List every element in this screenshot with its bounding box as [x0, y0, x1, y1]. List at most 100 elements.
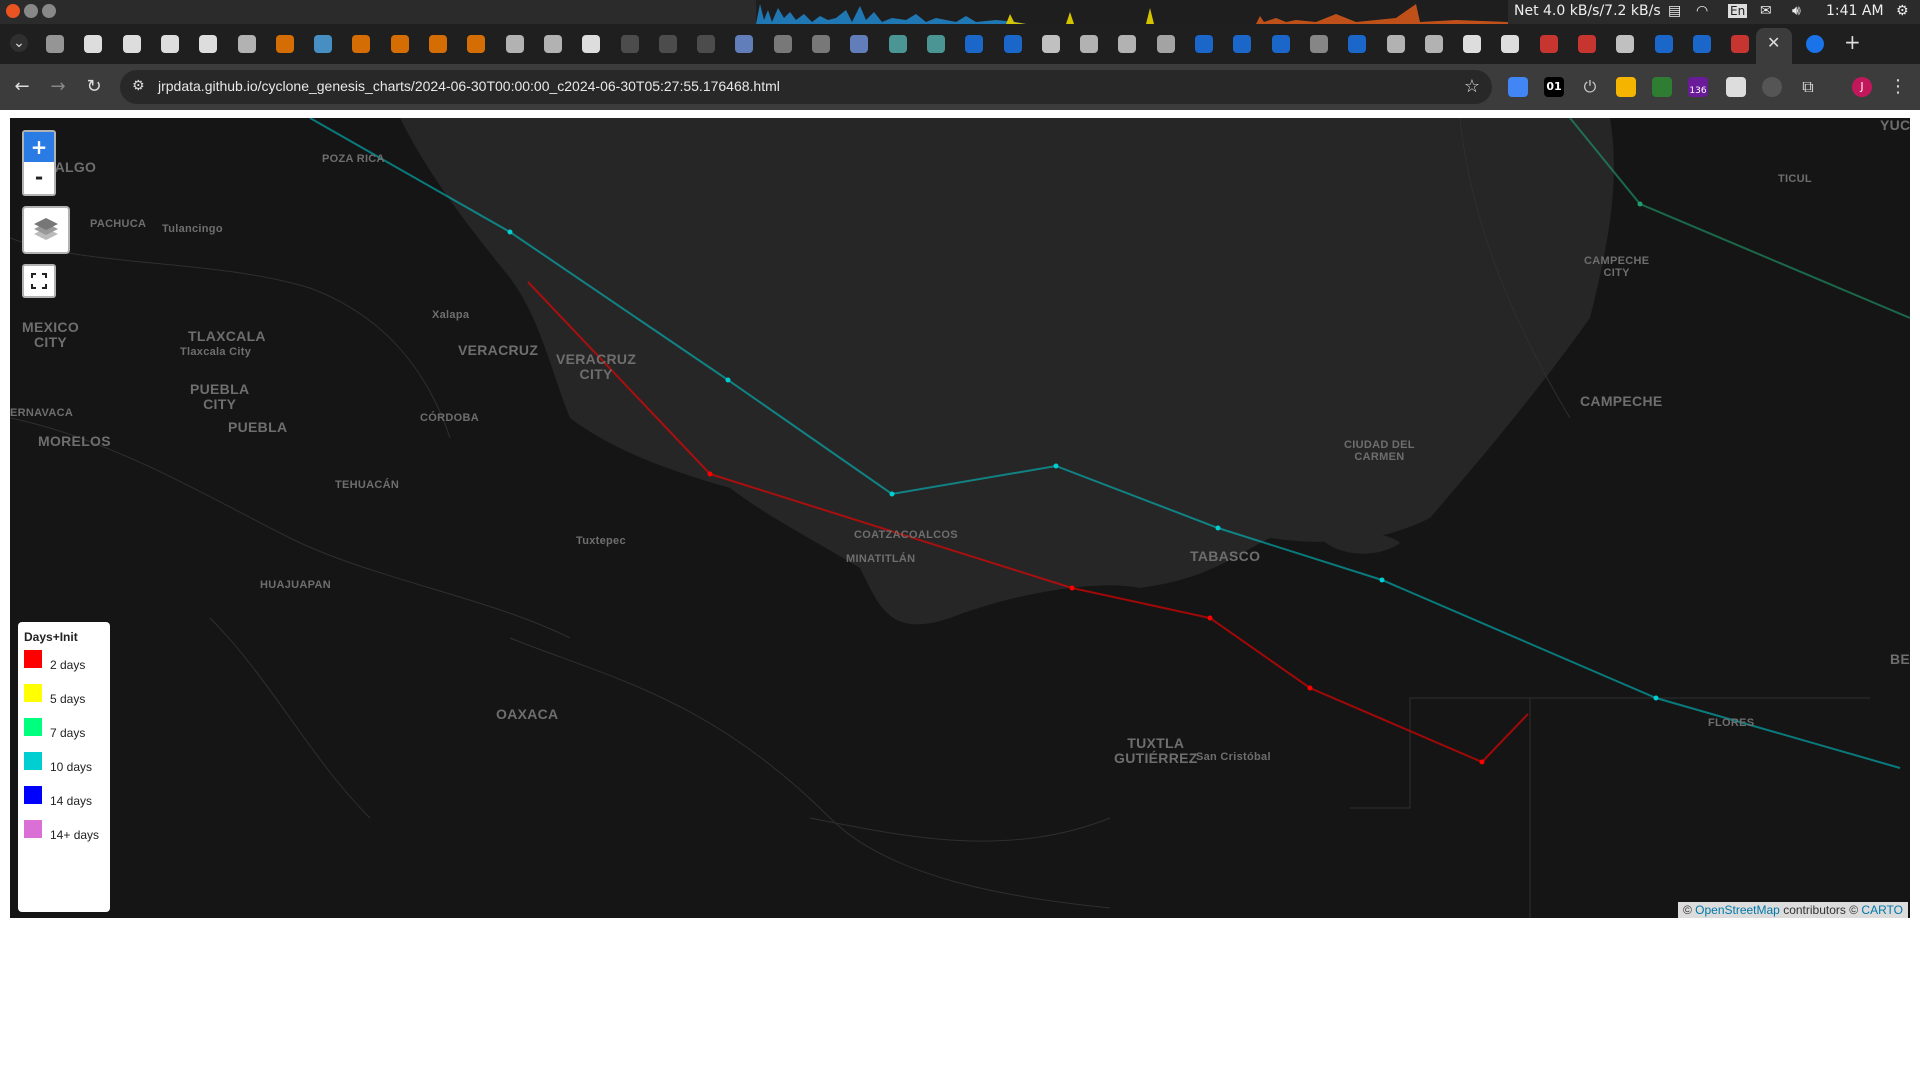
reload-icon[interactable]: ↻ — [82, 75, 106, 99]
tab-favicon[interactable] — [658, 35, 677, 53]
tab-favicon[interactable] — [735, 35, 754, 53]
track-2day-point[interactable] — [707, 471, 713, 477]
wifi-icon[interactable]: ◠ — [1696, 3, 1708, 19]
tab-favicon[interactable] — [926, 35, 945, 53]
tab-favicon[interactable] — [122, 35, 141, 53]
tab-favicon[interactable] — [888, 35, 907, 53]
tab-favicon[interactable] — [237, 35, 256, 53]
extensions-puzzle-icon[interactable]: ⧉ — [1798, 77, 1818, 97]
tab-favicon[interactable] — [390, 35, 409, 53]
address-bar[interactable]: ⚙ jrpdata.github.io/cyclone_genesis_char… — [120, 70, 1492, 104]
tab-favicon[interactable] — [965, 35, 984, 53]
new-tab-button[interactable]: + — [1844, 30, 1861, 54]
track-10day-east[interactable] — [1569, 118, 1910, 319]
tab-favicon[interactable] — [1080, 35, 1099, 53]
place-label-ticul: TICUL — [1778, 173, 1812, 185]
tab-favicon[interactable] — [1118, 35, 1137, 53]
tab-search-icon[interactable]: ⌄ — [10, 34, 28, 52]
tab-favicon[interactable] — [1386, 35, 1405, 53]
tab-favicon[interactable] — [84, 35, 103, 53]
tab-favicon[interactable] — [1309, 35, 1328, 53]
layers-control-button[interactable] — [22, 206, 70, 254]
extension-disabled-icon[interactable] — [1762, 77, 1782, 97]
tab-close-icon[interactable]: ✕ — [1767, 33, 1780, 52]
extension-icon[interactable] — [1508, 77, 1528, 97]
tab-favicon[interactable] — [1654, 35, 1673, 53]
tab-favicon[interactable] — [314, 35, 333, 53]
tab-favicon[interactable] — [582, 35, 601, 53]
track-10day-west-point[interactable] — [1379, 577, 1385, 583]
tab-favicon[interactable] — [505, 35, 524, 53]
mail-icon[interactable]: ✉ — [1760, 3, 1772, 19]
site-info-icon[interactable]: ⚙ — [132, 78, 145, 94]
url-text[interactable]: jrpdata.github.io/cyclone_genesis_charts… — [158, 78, 780, 94]
keyboard-language[interactable]: En — [1728, 4, 1748, 18]
track-10day-west-point[interactable] — [1653, 695, 1659, 701]
map-canvas[interactable] — [10, 118, 1910, 918]
tab-favicon[interactable] — [1195, 35, 1213, 53]
tab-favicon[interactable] — [773, 35, 792, 53]
close-window-icon[interactable] — [6, 4, 20, 18]
track-10day-west-point[interactable] — [889, 491, 895, 497]
bookmark-star-icon[interactable]: ☆ — [1464, 76, 1480, 97]
extension-01[interactable]: 01 — [1544, 77, 1564, 97]
osm-link[interactable]: OpenStreetMap — [1695, 903, 1780, 917]
tab-favicon[interactable] — [1731, 35, 1750, 53]
extension-doc-icon[interactable] — [1726, 77, 1746, 97]
tab-favicon[interactable] — [1424, 35, 1443, 53]
zoom-in-button[interactable]: + — [24, 132, 54, 162]
tab-favicon[interactable] — [543, 35, 562, 53]
track-2day-point[interactable] — [1069, 585, 1075, 591]
tab-favicon[interactable] — [1041, 35, 1060, 53]
tab-favicon[interactable] — [812, 35, 830, 53]
tab-favicon[interactable] — [160, 35, 179, 53]
volume-icon[interactable]: 🔊︎ — [1792, 3, 1801, 19]
tab-favicon[interactable] — [467, 35, 486, 53]
track-10day-west-point[interactable] — [1215, 525, 1221, 531]
track-10day-east-point[interactable] — [1637, 201, 1643, 207]
tab-favicon[interactable] — [1003, 35, 1022, 53]
tab-favicon[interactable] — [352, 35, 371, 53]
tab-favicon[interactable] — [429, 35, 447, 53]
forward-arrow-icon[interactable]: → — [46, 75, 70, 99]
extension-warning-icon[interactable] — [1652, 77, 1672, 97]
settings-gear-icon[interactable]: ⚙ — [1896, 3, 1909, 19]
tab-favicon[interactable] — [1578, 35, 1596, 53]
tab-favicon[interactable] — [1692, 35, 1711, 53]
zoom-out-button[interactable]: - — [24, 163, 54, 193]
track-2day-point[interactable] — [1307, 685, 1313, 691]
track-10day-west-point[interactable] — [1053, 463, 1059, 469]
tab-favicon[interactable] — [1463, 35, 1482, 53]
track-2day-point[interactable] — [1207, 615, 1213, 621]
tab-favicon[interactable] — [850, 35, 869, 53]
tab-favicon[interactable] — [620, 35, 639, 53]
tab-favicon[interactable] — [697, 35, 716, 53]
carto-link[interactable]: CARTO — [1861, 903, 1903, 917]
minimize-window-icon[interactable] — [24, 4, 38, 18]
tab-favicon[interactable] — [1806, 35, 1824, 53]
storage-icon[interactable]: ▤ — [1668, 3, 1681, 19]
extension-yellow-icon[interactable] — [1616, 77, 1636, 97]
tab-favicon[interactable] — [1348, 35, 1367, 53]
tab-favicon[interactable] — [1271, 35, 1290, 53]
back-arrow-icon[interactable]: ← — [10, 75, 34, 99]
profile-avatar[interactable]: J — [1852, 77, 1872, 97]
tab-favicon[interactable] — [1501, 35, 1520, 53]
tab-favicon[interactable] — [1616, 35, 1635, 53]
track-2day-point[interactable] — [1479, 759, 1485, 765]
track-10day-west-point[interactable] — [507, 229, 513, 235]
tab-favicon[interactable] — [1539, 35, 1558, 53]
tab-favicon[interactable] — [46, 35, 64, 53]
extension-counter-badge[interactable]: 136 — [1688, 77, 1708, 97]
fullscreen-button[interactable] — [22, 264, 56, 298]
tab-favicon[interactable] — [275, 35, 294, 53]
tab-favicon[interactable] — [199, 35, 218, 53]
track-10day-west-point[interactable] — [725, 377, 731, 383]
map-container[interactable]: IDALGO POZA RICA PACHUCA Tulancingo MEXICO C… — [10, 118, 1910, 918]
tab-favicon[interactable] — [1156, 35, 1175, 53]
clock[interactable]: 1:41 AM — [1826, 3, 1884, 19]
maximize-window-icon[interactable] — [42, 4, 56, 18]
browser-menu-icon[interactable]: ⋮ — [1888, 77, 1908, 97]
power-extension-icon[interactable]: ⏻ — [1580, 77, 1600, 97]
tab-favicon[interactable] — [1233, 35, 1252, 53]
